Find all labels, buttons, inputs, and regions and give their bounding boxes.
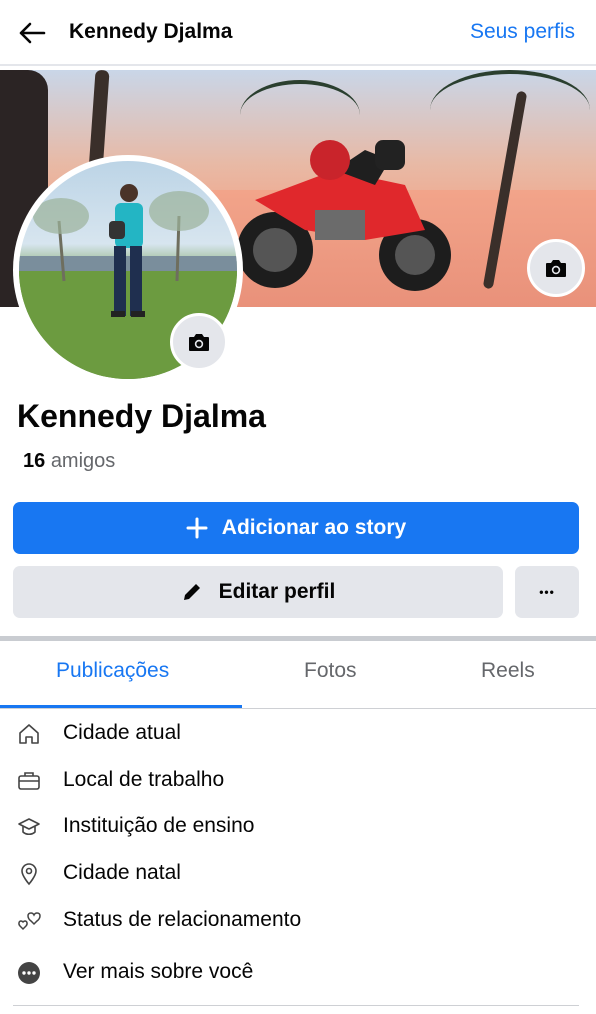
more-options-button[interactable]: ••• bbox=[515, 566, 579, 618]
active-tab-indicator bbox=[0, 705, 242, 708]
location-pin-icon bbox=[16, 861, 42, 887]
camera-icon bbox=[189, 334, 209, 351]
profile-tabs: Publicações Fotos Reels bbox=[0, 641, 596, 709]
detail-label: Status de relacionamento bbox=[63, 908, 302, 931]
edit-profile-picture-button[interactable] bbox=[170, 313, 228, 371]
page-title: Kennedy Djalma bbox=[69, 20, 233, 43]
detail-label: Ver mais sobre você bbox=[63, 960, 254, 983]
detail-see-more[interactable]: Ver mais sobre você bbox=[0, 952, 596, 992]
detail-relationship[interactable]: Status de relacionamento bbox=[0, 900, 596, 940]
add-to-story-label: Adicionar ao story bbox=[221, 516, 407, 539]
detail-label: Instituição de ensino bbox=[63, 814, 255, 837]
back-button[interactable] bbox=[14, 17, 50, 49]
bottom-divider bbox=[13, 1005, 579, 1006]
friends-label: amigos bbox=[50, 450, 116, 472]
hearts-icon bbox=[16, 908, 42, 934]
detail-current-city[interactable]: Cidade atual bbox=[0, 713, 596, 753]
tab-reels[interactable]: Reels bbox=[481, 659, 535, 683]
edit-profile-label: Editar perfil bbox=[218, 580, 336, 603]
detail-education[interactable]: Instituição de ensino bbox=[0, 806, 596, 846]
tab-fotos[interactable]: Fotos bbox=[304, 659, 357, 683]
arrow-left-icon bbox=[19, 22, 46, 44]
briefcase-icon bbox=[16, 768, 42, 794]
friends-number: 16 bbox=[23, 450, 46, 472]
add-to-story-button[interactable]: Adicionar ao story bbox=[13, 502, 579, 554]
profile-name: Kennedy Djalma bbox=[17, 398, 266, 434]
edit-profile-button[interactable]: Editar perfil bbox=[13, 566, 503, 618]
more-options-icon: ••• bbox=[539, 585, 555, 599]
detail-hometown[interactable]: Cidade natal bbox=[0, 853, 596, 893]
detail-label: Local de trabalho bbox=[63, 768, 225, 791]
friends-count[interactable]: 16 amigos bbox=[23, 450, 115, 473]
your-profiles-link[interactable]: Seus perfis bbox=[470, 20, 575, 44]
detail-label: Cidade natal bbox=[63, 861, 181, 884]
home-icon bbox=[16, 721, 42, 747]
top-bar: Kennedy Djalma Seus perfis bbox=[0, 0, 596, 66]
pencil-icon bbox=[183, 584, 200, 600]
camera-icon bbox=[546, 260, 566, 277]
tab-publicacoes[interactable]: Publicações bbox=[56, 659, 169, 683]
edit-cover-photo-button[interactable] bbox=[527, 239, 585, 297]
plus-icon bbox=[186, 517, 208, 539]
detail-label: Cidade atual bbox=[63, 721, 181, 744]
graduation-cap-icon bbox=[16, 814, 42, 840]
motorcycle-image bbox=[237, 140, 451, 291]
more-circle-icon bbox=[16, 960, 42, 986]
detail-workplace[interactable]: Local de trabalho bbox=[0, 760, 596, 800]
